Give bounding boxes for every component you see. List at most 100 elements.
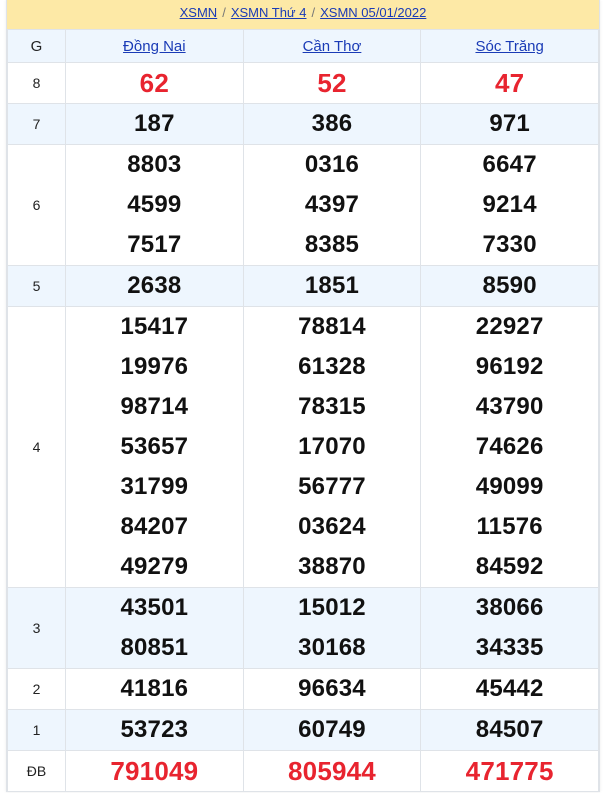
prize-label: 4 <box>7 306 66 588</box>
result-cell: 386 <box>242 103 422 145</box>
result-cell: 8803 4599 7517 <box>65 144 244 266</box>
highlighted-result-number: 805944 <box>288 756 376 786</box>
highlighted-result-number: 47 <box>494 68 525 98</box>
table-row: 7 187 386 971 <box>7 103 599 145</box>
result-number: 7517 <box>127 231 182 258</box>
breadcrumb-link-xsmn[interactable]: XSMN <box>180 5 218 20</box>
result-number: 30168 <box>298 634 366 661</box>
result-number: 2638 <box>127 272 182 299</box>
table-header-row: G Đồng Nai Cần Thơ Sóc Trăng <box>7 29 599 63</box>
result-number: 74626 <box>475 433 544 460</box>
province-link-soc-trang[interactable]: Sóc Trăng <box>475 38 543 55</box>
results-table: G Đồng Nai Cần Thơ Sóc Trăng 8 62 52 47 7 187… <box>7 29 599 792</box>
lottery-results-panel: XSMN / XSMN Thứ 4 / XSMN 05/01/2022 G Đồng N… <box>6 0 600 792</box>
result-number: 56777 <box>298 473 366 500</box>
province-header: Đồng Nai <box>65 29 244 63</box>
result-number: 8803 <box>127 151 182 178</box>
results-body: 8 62 52 47 7 187 386 971 6 8803 4599 7517 0316 4397 83… <box>7 62 599 792</box>
result-cell: 1851 <box>242 265 422 307</box>
breadcrumb-separator: / <box>311 5 316 20</box>
result-number: 19976 <box>120 353 189 380</box>
result-cell: 791049 <box>65 750 244 792</box>
province-link-can-tho[interactable]: Cần Thơ <box>303 38 362 55</box>
result-number: 0316 <box>304 151 360 178</box>
table-row: 8 62 52 47 <box>7 62 599 104</box>
result-number: 9214 <box>482 191 537 218</box>
result-cell: 47 <box>420 62 599 104</box>
result-number: 386 <box>311 110 353 137</box>
result-number: 84507 <box>475 716 544 743</box>
breadcrumb-separator: / <box>222 5 226 20</box>
result-number: 7330 <box>482 231 537 258</box>
breadcrumb: XSMN / XSMN Thứ 4 / XSMN 05/01/2022 <box>7 0 599 29</box>
result-number: 84592 <box>475 553 544 580</box>
result-cell: 43501 80851 <box>65 587 244 669</box>
prize-label: 3 <box>7 587 66 669</box>
result-cell: 22927 96192 43790 74626 49099 11576 84592 <box>420 306 599 588</box>
highlighted-result-number: 52 <box>317 68 347 98</box>
result-number: 15012 <box>298 594 366 621</box>
result-cell: 2638 <box>65 265 244 307</box>
result-cell: 471775 <box>420 750 599 792</box>
result-cell: 41816 <box>65 668 244 710</box>
result-number: 43501 <box>120 594 189 621</box>
result-number: 80851 <box>120 634 189 661</box>
result-cell: 15012 30168 <box>242 587 422 669</box>
result-cell: 971 <box>420 103 599 145</box>
result-number: 971 <box>489 110 530 137</box>
result-number: 78315 <box>298 393 366 420</box>
result-cell: 38066 34335 <box>420 587 599 669</box>
province-link-dong-nai[interactable]: Đồng Nai <box>123 38 186 55</box>
result-number: 34335 <box>475 634 544 661</box>
highlighted-result-number: 471775 <box>465 756 554 786</box>
breadcrumb-link-weekday[interactable]: XSMN Thứ 4 <box>231 5 307 20</box>
result-number: 41816 <box>120 675 189 702</box>
breadcrumb-link-date[interactable]: XSMN 05/01/2022 <box>320 5 426 20</box>
result-number: 53657 <box>120 433 189 460</box>
result-cell: 187 <box>65 103 244 145</box>
result-number: 96192 <box>475 353 544 380</box>
highlighted-result-number: 791049 <box>110 756 199 786</box>
prize-label: 5 <box>7 265 66 307</box>
result-number: 38066 <box>475 594 544 621</box>
prize-label: 6 <box>7 144 66 266</box>
result-number: 1851 <box>304 272 360 299</box>
result-number: 31799 <box>120 473 189 500</box>
result-number: 17070 <box>298 433 366 460</box>
result-number: 78814 <box>298 313 366 340</box>
result-number: 60749 <box>298 716 366 743</box>
result-number: 4397 <box>304 191 360 218</box>
result-number: 84207 <box>120 513 189 540</box>
table-row: 2 41816 96634 45442 <box>7 668 599 710</box>
prize-column-header: G <box>7 29 66 63</box>
table-row: ĐB 791049 805944 471775 <box>7 750 599 792</box>
result-number: 45442 <box>475 675 544 702</box>
result-number: 53723 <box>120 716 189 743</box>
province-header: Cần Thơ <box>242 29 422 63</box>
table-row: 3 43501 80851 15012 30168 38066 34335 <box>7 587 599 669</box>
result-number: 43790 <box>475 393 544 420</box>
prize-label: 2 <box>7 668 66 710</box>
prize-label: 8 <box>7 62 66 104</box>
result-number: 03624 <box>298 513 366 540</box>
result-cell: 8590 <box>420 265 599 307</box>
province-header: Sóc Trăng <box>420 29 599 63</box>
prize-label: ĐB <box>7 750 66 792</box>
result-number: 49099 <box>475 473 544 500</box>
table-row: 1 53723 60749 84507 <box>7 709 599 751</box>
result-cell: 60749 <box>242 709 422 751</box>
result-number: 4599 <box>127 191 182 218</box>
result-cell: 96634 <box>242 668 422 710</box>
result-cell: 52 <box>242 62 422 104</box>
highlighted-result-number: 62 <box>139 68 169 98</box>
result-cell: 62 <box>65 62 244 104</box>
table-row: 5 2638 1851 8590 <box>7 265 599 307</box>
result-cell: 78814 61328 78315 17070 56777 03624 38870 <box>242 306 422 588</box>
result-number: 38870 <box>298 553 366 580</box>
result-cell: 0316 4397 8385 <box>242 144 422 266</box>
result-cell: 6647 9214 7330 <box>420 144 599 266</box>
result-cell: 45442 <box>420 668 599 710</box>
result-number: 8590 <box>482 272 537 299</box>
result-number: 22927 <box>475 313 544 340</box>
result-number: 61328 <box>298 353 366 380</box>
